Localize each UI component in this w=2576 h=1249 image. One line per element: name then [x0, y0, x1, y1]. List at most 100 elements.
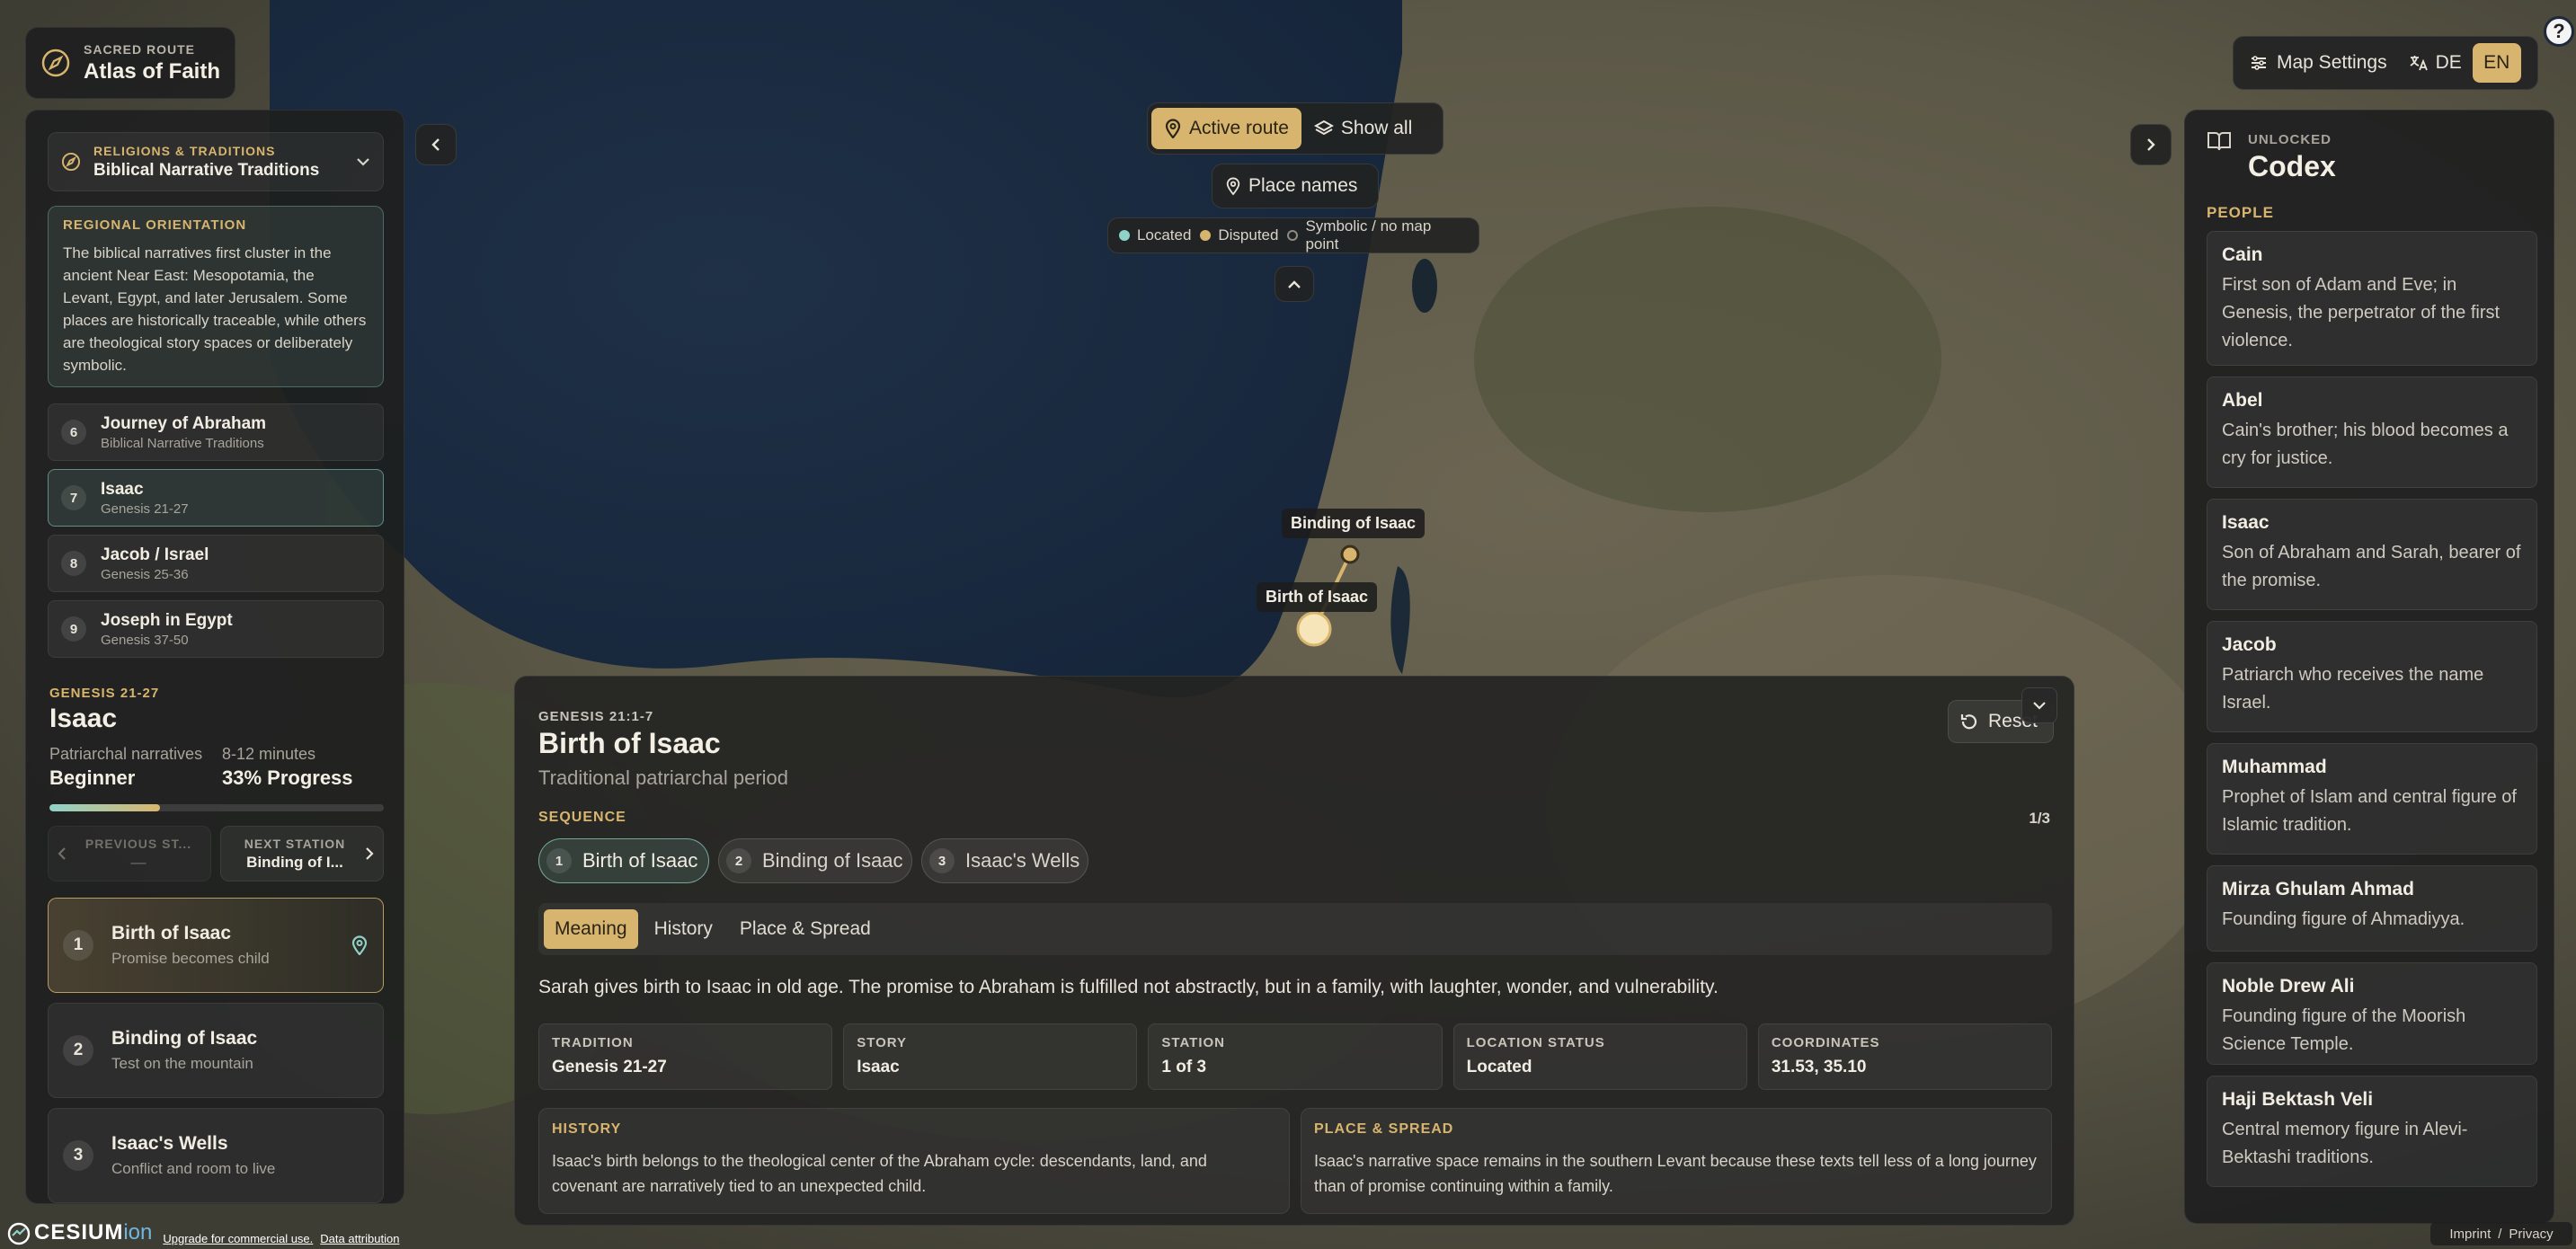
- help-icon: ?: [2553, 20, 2565, 42]
- collapse-left-button[interactable]: [415, 124, 457, 165]
- codex-person-card[interactable]: Noble Drew Ali Founding figure of the Moo…: [2207, 962, 2537, 1065]
- chevron-right-icon: [2145, 137, 2156, 153]
- codex-section: PEOPLE: [2207, 204, 2274, 221]
- map-settings-button[interactable]: Map Settings: [2239, 41, 2398, 84]
- story-item[interactable]: 6 Journey of Abraham Biblical Narrative Tr…: [48, 403, 384, 461]
- tradition-select[interactable]: RELIGIONS & TRADITIONS Biblical Narrativ…: [48, 132, 384, 191]
- station-detail-panel: GENESIS 21:1-7 Birth of Isaac Traditiona…: [514, 676, 2074, 1226]
- meta1-value: Beginner: [49, 766, 136, 789]
- station-subtitle: Promise becomes child: [111, 950, 270, 967]
- codex-person-card[interactable]: Mirza Ghulam Ahmad Founding figure of Ahm…: [2207, 865, 2537, 952]
- story-subtitle: Biblical Narrative Traditions: [101, 435, 264, 451]
- person-name: Mirza Ghulam Ahmad: [2222, 879, 2414, 899]
- sequence-chip[interactable]: 3 Isaac's Wells: [921, 838, 1088, 883]
- sequence-chips: 1 Birth of Isaac 2 Binding of Isaac 3 Isaac's…: [538, 838, 1257, 885]
- codex-person-card[interactable]: Abel Cain's brother; his blood becomes a …: [2207, 376, 2537, 488]
- tab-meaning[interactable]: Meaning: [544, 909, 638, 949]
- attribution-link[interactable]: Data attribution: [320, 1232, 399, 1245]
- lang-de-button[interactable]: DE: [2398, 41, 2473, 84]
- place-names-button[interactable]: Place names: [1212, 164, 1379, 208]
- meaning-text: Sarah gives birth to Isaac in old age. T…: [538, 977, 1719, 997]
- person-name: Cain: [2222, 244, 2263, 265]
- privacy-link[interactable]: Privacy: [2509, 1227, 2553, 1242]
- station-number: 2: [63, 1035, 93, 1066]
- map-label-binding[interactable]: Binding of Isaac: [1282, 509, 1426, 538]
- station-item[interactable]: 3 Isaac's Wells Conflict and room to live: [48, 1108, 384, 1203]
- translate-icon: [2409, 54, 2429, 72]
- birth-marker: [1296, 611, 1332, 647]
- history-title: HISTORY: [552, 1121, 622, 1137]
- sequence-label: Binding of Isaac: [762, 849, 903, 872]
- spread-text: Isaac's narrative space remains in the s…: [1314, 1152, 2037, 1195]
- tradition-kicker: RELIGIONS & TRADITIONS: [93, 143, 276, 158]
- collapse-top-button[interactable]: [1275, 266, 1314, 302]
- sequence-chip[interactable]: 1 Birth of Isaac: [538, 838, 709, 883]
- story-item[interactable]: 8 Jacob / Israel Genesis 25-36: [48, 535, 384, 592]
- detail-period: Traditional patriarchal period: [538, 766, 788, 789]
- map-label-birth[interactable]: Birth of Isaac: [1257, 582, 1378, 612]
- located-dot: [1119, 230, 1130, 241]
- codex-person-card[interactable]: Cain First son of Adam and Eve; in Genesi…: [2207, 231, 2537, 366]
- sequence-label: Birth of Isaac: [582, 849, 698, 872]
- imprint-link[interactable]: Imprint: [2449, 1227, 2491, 1242]
- story-subtitle: Genesis 37-50: [101, 632, 189, 648]
- story-number: 6: [61, 420, 86, 445]
- story-title: Jacob / Israel: [101, 545, 209, 564]
- detail-tabs: Meaning History Place & Spread: [538, 903, 2052, 955]
- fact-card: COORDINATES 31.53, 35.10: [1757, 1023, 2053, 1090]
- codex-person-card[interactable]: Jacob Patriarch who receives the name Isr…: [2207, 621, 2537, 732]
- person-description: Patriarch who receives the name Israel.: [2222, 665, 2484, 713]
- person-name: Jacob: [2222, 634, 2277, 655]
- location-pin-icon: [351, 935, 369, 955]
- map-settings-label: Map Settings: [2277, 52, 2387, 73]
- collapse-right-button[interactable]: [2130, 124, 2172, 165]
- person-name: Muhammad: [2222, 757, 2327, 777]
- person-description: Founding figure of Ahmadiyya.: [2222, 909, 2465, 929]
- sequence-label: Isaac's Wells: [965, 849, 1080, 872]
- cesium-credit[interactable]: CESIUM ion Upgrade for commercial use. D…: [7, 1220, 399, 1245]
- lang-en-button[interactable]: EN: [2472, 43, 2521, 83]
- codex-kicker: UNLOCKED: [2248, 132, 2332, 147]
- story-item[interactable]: 7 Isaac Genesis 21-27: [48, 469, 384, 527]
- story-number: 9: [61, 616, 86, 642]
- prev-label: PREVIOUS ST...: [84, 836, 192, 851]
- upgrade-link[interactable]: Upgrade for commercial use.: [163, 1232, 313, 1245]
- story-list: 6 Journey of Abraham Biblical Narrative Tr…: [48, 400, 384, 669]
- help-button[interactable]: ?: [2544, 16, 2574, 47]
- tab-place-spread[interactable]: Place & Spread: [729, 909, 882, 949]
- fact-value: Located: [1466, 1058, 1532, 1076]
- tab-history[interactable]: History: [644, 909, 724, 949]
- station-subtitle: Test on the mountain: [111, 1055, 253, 1072]
- cesium-logo-icon: [7, 1222, 31, 1245]
- previous-station-button[interactable]: PREVIOUS ST... —: [48, 826, 211, 881]
- show-all-button[interactable]: Show all: [1301, 108, 1425, 149]
- collapse-detail-button[interactable]: [2021, 687, 2057, 723]
- fact-card: TRADITION Genesis 21-27: [538, 1023, 833, 1090]
- history-text: Isaac's birth belongs to the theological…: [552, 1152, 1207, 1195]
- active-route-button[interactable]: Active route: [1151, 108, 1301, 149]
- fact-value: Isaac: [857, 1058, 900, 1076]
- story-item[interactable]: 9 Joseph in Egypt Genesis 37-50: [48, 600, 384, 658]
- person-description: Son of Abraham and Sarah, bearer of the …: [2222, 543, 2521, 590]
- spread-card: PLACE & SPREAD Isaac's narrative space r…: [1301, 1108, 2052, 1214]
- fact-label: STORY: [857, 1035, 908, 1050]
- codex-person-card[interactable]: Isaac Son of Abraham and Sarah, bearer of…: [2207, 499, 2537, 610]
- chevron-up-icon: [1286, 279, 1302, 289]
- codex-person-card[interactable]: Haji Bektash Veli Central memory figure i…: [2207, 1076, 2537, 1187]
- person-name: Noble Drew Ali: [2222, 976, 2355, 997]
- station-item[interactable]: 2 Binding of Isaac Test on the mountain: [48, 1003, 384, 1098]
- next-station-button[interactable]: NEXT STATION Binding of I...: [220, 826, 384, 881]
- fact-card: STATION 1 of 3: [1148, 1023, 1443, 1090]
- codex-person-card[interactable]: Muhammad Prophet of Islam and central fig…: [2207, 743, 2537, 855]
- header-right-controls: Map Settings DE EN: [2233, 36, 2538, 90]
- person-description: Prophet of Islam and central figure of I…: [2222, 787, 2517, 835]
- sequence-chip[interactable]: 2 Binding of Isaac: [718, 838, 912, 883]
- station-item[interactable]: 1 Birth of Isaac Promise becomes child: [48, 898, 384, 993]
- prev-value: —: [130, 853, 147, 871]
- next-label: NEXT STATION: [244, 836, 346, 851]
- sliders-icon: [2250, 55, 2268, 71]
- brand-badge[interactable]: SACRED ROUTE Atlas of Faith: [25, 27, 235, 99]
- cesium-ion-text: ion: [123, 1220, 153, 1245]
- orientation-text: The biblical narratives first cluster in…: [63, 244, 367, 374]
- left-sidebar: RELIGIONS & TRADITIONS Biblical Narrativ…: [25, 110, 404, 1204]
